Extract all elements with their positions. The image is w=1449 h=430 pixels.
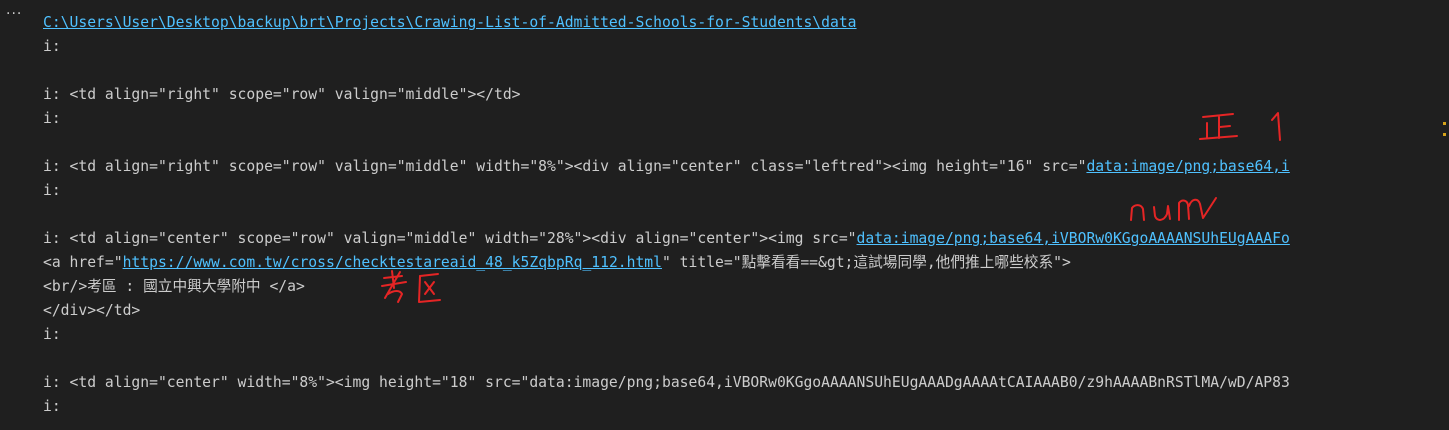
output-line: i: <td align="right" scope="row" valign=… — [43, 86, 521, 103]
output-line: i: — [43, 110, 61, 127]
handwritten-mark-edge — [1443, 122, 1446, 125]
terminal-output-panel: ··· C:\Users\User\Desktop\backup\brt\Pro… — [0, 0, 1449, 430]
output-line: i: — [43, 326, 61, 343]
data-folder-path-link[interactable]: C:\Users\User\Desktop\backup\brt\Project… — [43, 14, 857, 31]
output-line: <a href="https://www.com.tw/cross/checkt… — [43, 251, 1443, 275]
output-line-empty — [43, 59, 1443, 83]
check-test-area-link[interactable]: https://www.com.tw/cross/checktestareaid… — [123, 254, 662, 271]
more-actions-icon[interactable]: ··· — [6, 6, 22, 22]
output-text: i: <td align="center" scope="row" valign… — [43, 230, 857, 247]
data-uri-link[interactable]: data:image/png;base64,i — [1086, 158, 1289, 175]
output-line: </div></td> — [43, 302, 141, 319]
output-line: i: <td align="center" scope="row" valign… — [43, 227, 1443, 251]
output-text: " title="點擊看看==&gt;這試場同學,他們推上哪些校系"> — [662, 254, 1071, 271]
output-line: i: — [43, 38, 61, 55]
output-text: i: <td align="right" scope="row" valign=… — [43, 158, 1087, 175]
output-line: i: <td align="center" width="8%"><img he… — [43, 374, 1290, 391]
output-line: i: <td align="right" scope="row" valign=… — [43, 155, 1443, 179]
output-line: C:\Users\User\Desktop\backup\brt\Project… — [43, 11, 1443, 35]
handwritten-mark-edge — [1443, 133, 1446, 136]
output-line: i: — [43, 398, 61, 415]
output-line: i: — [43, 182, 61, 199]
output-lines: C:\Users\User\Desktop\backup\brt\Project… — [43, 11, 1443, 419]
output-line-empty — [43, 203, 1443, 227]
output-line: <br/>考區 : 國立中興大學附中 </a> — [43, 278, 305, 295]
output-text: <a href=" — [43, 254, 123, 271]
data-uri-link[interactable]: data:image/png;base64,iVBORw0KGgoAAAANSU… — [857, 230, 1290, 247]
output-line-empty — [43, 131, 1443, 155]
output-line-empty — [43, 347, 1443, 371]
